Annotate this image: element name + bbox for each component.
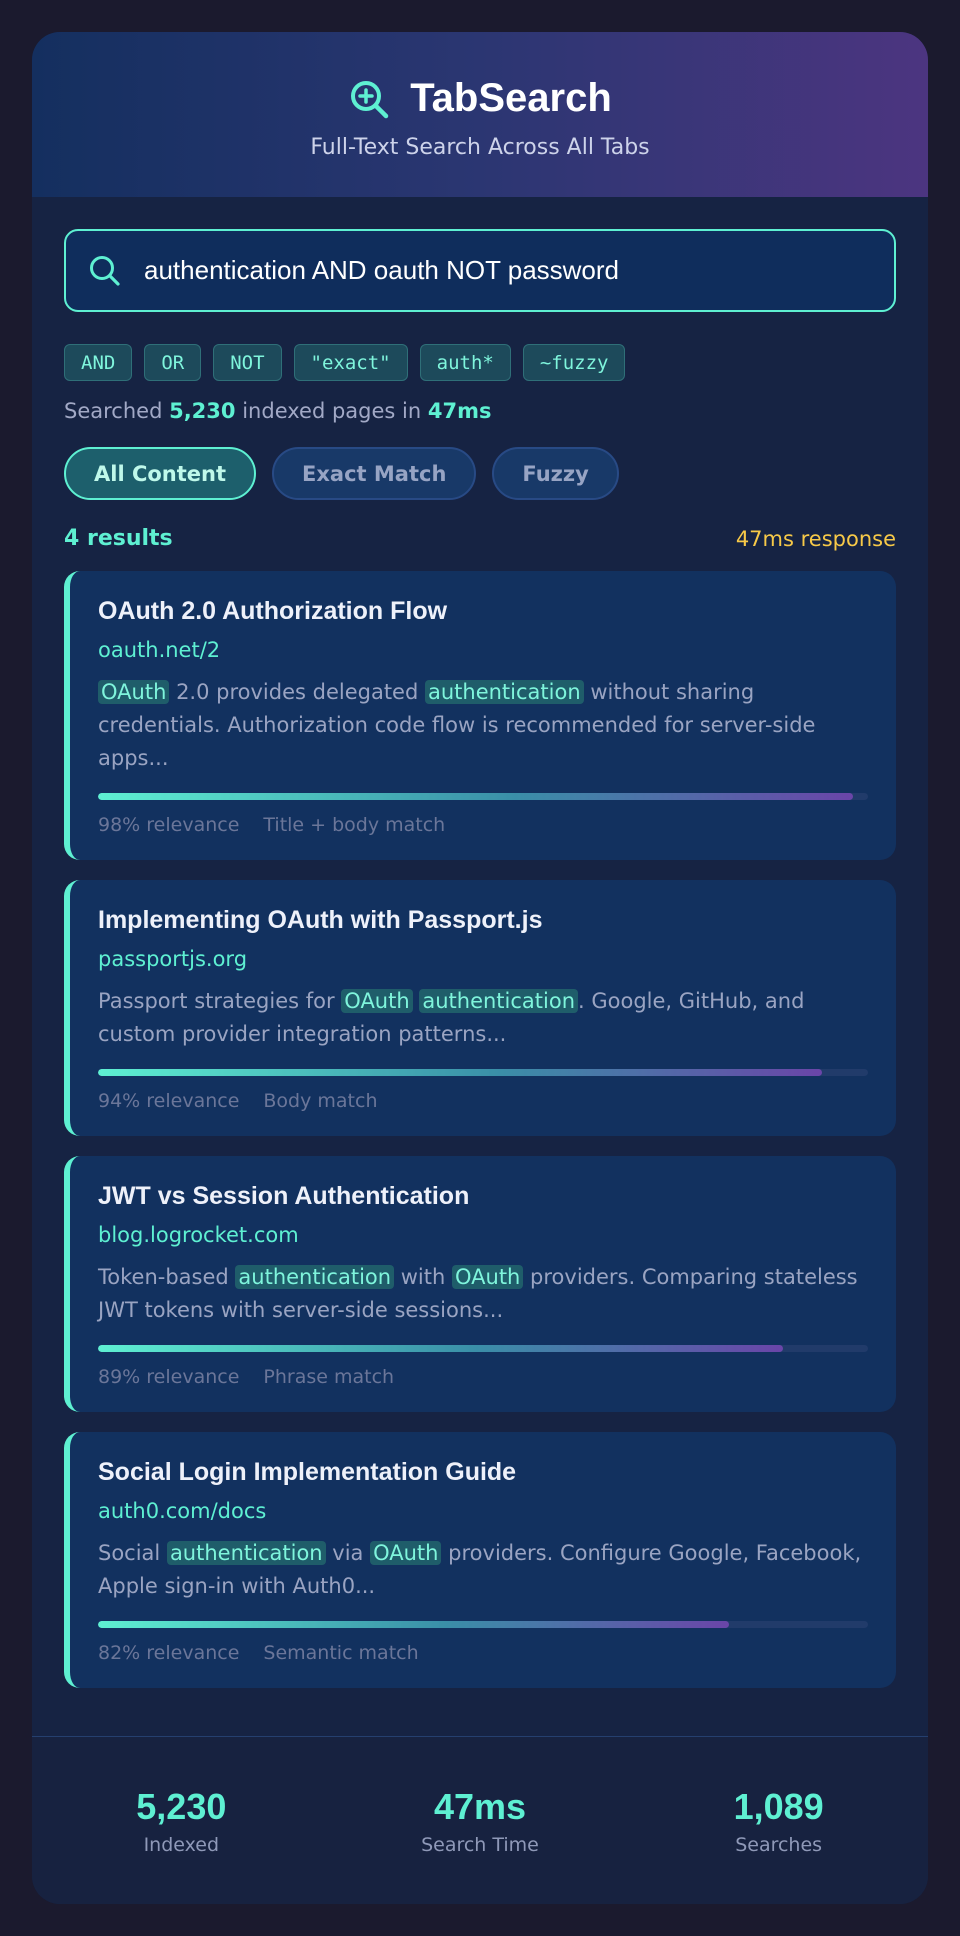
result-title[interactable]: Social Login Implementation Guide [98, 1458, 868, 1487]
match-type: Semantic match [263, 1642, 419, 1664]
stat-label: Indexed [143, 1833, 220, 1856]
operator-chips: AND OR NOT "exact" auth* ~fuzzy [64, 344, 896, 381]
search-query: authentication AND oauth NOT password [144, 255, 620, 285]
stat-label: Search Time [421, 1833, 539, 1856]
result-url[interactable]: blog.logrocket.com [98, 1223, 868, 1247]
relevance-bar [98, 793, 868, 800]
result-title[interactable]: Implementing OAuth with Passport.js [98, 906, 868, 935]
result-meta: 82% relevance Semantic match [98, 1642, 868, 1664]
highlight-term: OAuth [341, 989, 413, 1013]
match-type: Body match [263, 1090, 378, 1112]
highlight-term: OAuth [451, 1265, 524, 1289]
app-panel: TabSearch Full-Text Search Across All Ta… [32, 32, 928, 1904]
stat-value: 5,230 [136, 1785, 227, 1827]
stats-footer: 5,230 Indexed 47ms Search Time 1,089 Sea… [32, 1736, 928, 1904]
stat-label: Searches [735, 1833, 823, 1856]
match-type: Title + body match [263, 814, 446, 836]
highlight-term: authentication [424, 680, 584, 704]
result-meta: 89% relevance Phrase match [98, 1366, 868, 1388]
relevance-fill [98, 793, 853, 800]
results-header: 4 results 47ms response [64, 526, 896, 551]
stats-middle: indexed pages in [242, 399, 422, 423]
result-card[interactable]: Social Login Implementation Guide auth0.… [64, 1432, 896, 1688]
response-time: 47ms response [735, 526, 896, 551]
operator-exact[interactable]: "exact" [293, 344, 408, 381]
search-plus-icon [351, 80, 389, 118]
snippet-text: with [394, 1265, 452, 1289]
stat-indexed: 5,230 Indexed [81, 1786, 281, 1856]
snippet-text: Passport strategies for [98, 989, 342, 1013]
result-meta: 94% relevance Body match [98, 1090, 868, 1112]
result-url[interactable]: oauth.net/2 [98, 638, 868, 662]
stat-value: 1,089 [733, 1785, 824, 1827]
result-meta: 98% relevance Title + body match [98, 814, 868, 836]
app-title: TabSearch [410, 76, 612, 120]
result-title[interactable]: OAuth 2.0 Authorization Flow [98, 597, 868, 626]
operator-not[interactable]: NOT [213, 344, 282, 381]
main-content: authentication AND oauth NOT password AN… [32, 197, 928, 1688]
relevance-bar [98, 1345, 868, 1352]
result-card[interactable]: JWT vs Session Authentication blog.logro… [64, 1156, 896, 1412]
stat-searches: 1,089 Searches [679, 1786, 879, 1856]
relevance-bar [98, 1069, 868, 1076]
snippet-text: Token-based [98, 1265, 236, 1289]
result-url[interactable]: auth0.com/docs [98, 1499, 868, 1523]
relevance-fill [98, 1621, 730, 1628]
stat-value: 47ms [433, 1785, 527, 1827]
app-header: TabSearch Full-Text Search Across All Ta… [32, 32, 928, 197]
result-snippet: Passport strategies for OAuth authentica… [98, 985, 868, 1051]
operator-and[interactable]: AND [64, 344, 133, 381]
relevance-bar [98, 1621, 868, 1628]
result-snippet: Social authentication via OAuth provider… [98, 1537, 868, 1603]
mode-exact-match[interactable]: Exact Match [272, 447, 477, 500]
brand: TabSearch [32, 76, 928, 121]
search-mode-tabs: All Content Exact Match Fuzzy [64, 447, 896, 500]
result-title[interactable]: JWT vs Session Authentication [98, 1182, 868, 1211]
relevance-label: 94% relevance [98, 1090, 240, 1112]
relevance-label: 98% relevance [98, 814, 240, 836]
result-snippet: Token-based authentication with OAuth pr… [98, 1261, 868, 1327]
result-url[interactable]: passportjs.org [98, 947, 868, 971]
snippet-text: via [325, 1541, 371, 1565]
snippet-text: Social [98, 1541, 167, 1565]
result-card[interactable]: Implementing OAuth with Passport.js pass… [64, 880, 896, 1136]
operator-wildcard[interactable]: auth* [419, 344, 511, 381]
relevance-label: 89% relevance [98, 1366, 240, 1388]
mode-fuzzy[interactable]: Fuzzy [492, 447, 619, 500]
relevance-label: 82% relevance [98, 1642, 240, 1664]
app-subtitle: Full-Text Search Across All Tabs [310, 135, 650, 160]
highlight-term: OAuth [98, 680, 170, 704]
stats-count: 5,230 [169, 399, 236, 423]
search-stats: Searched 5,230 indexed pages in 47ms [64, 399, 896, 423]
mode-all-content[interactable]: All Content [64, 447, 257, 500]
results-count: 4 results [64, 526, 173, 551]
result-snippet: OAuth 2.0 provides delegated authenticat… [98, 676, 868, 775]
snippet-text: 2.0 provides delegated [169, 680, 425, 704]
operator-or[interactable]: OR [144, 344, 202, 381]
relevance-fill [98, 1345, 784, 1352]
operator-fuzzy[interactable]: ~fuzzy [522, 344, 626, 381]
result-card[interactable]: OAuth 2.0 Authorization Flow oauth.net/2… [64, 571, 896, 860]
search-icon [90, 255, 120, 286]
highlight-term: authentication [166, 1541, 326, 1565]
stats-prefix: Searched [64, 399, 163, 423]
highlight-term: OAuth [370, 1541, 442, 1565]
highlight-term: authentication [419, 989, 579, 1013]
relevance-fill [98, 1069, 822, 1076]
search-input[interactable]: authentication AND oauth NOT password [64, 229, 896, 312]
stat-search-time: 47ms Search Time [380, 1786, 580, 1856]
match-type: Phrase match [263, 1366, 395, 1388]
stats-time: 47ms [427, 399, 492, 423]
highlight-term: authentication [235, 1265, 395, 1289]
results-list: OAuth 2.0 Authorization Flow oauth.net/2… [64, 571, 896, 1688]
